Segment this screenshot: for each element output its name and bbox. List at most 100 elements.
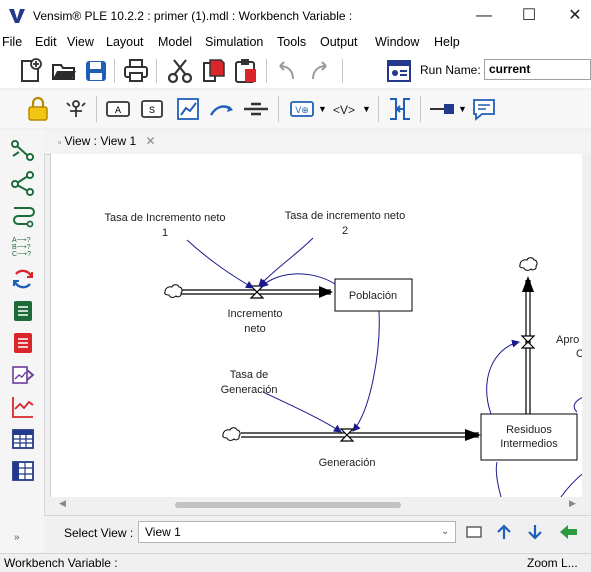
merge-icon[interactable] [386,95,414,123]
svg-text:Tasa de: Tasa de [230,369,269,381]
menu-simulation[interactable]: Simulation [205,35,263,49]
variable-tasa-generacion[interactable]: Tasa de Generación [221,369,278,396]
close-button[interactable]: ✕ [555,4,591,28]
arrow-icon[interactable] [208,95,236,123]
red-doc-icon[interactable] [10,330,36,356]
chevron-down-icon[interactable]: ▼ [318,104,327,114]
stock-poblacion[interactable]: Población [334,278,413,312]
menu-view[interactable]: View [67,35,94,49]
link-offscreen-lower[interactable] [560,466,583,497]
menu-tools[interactable]: Tools [277,35,306,49]
scrollbar-thumb[interactable] [175,502,401,508]
redo-icon[interactable] [306,57,334,85]
run-settings-icon[interactable] [385,57,413,85]
horizontal-scrollbar[interactable]: ◀ ▶ [55,497,582,513]
link-poblacion-generacion[interactable] [352,310,380,432]
variable-icon[interactable]: A [104,95,132,123]
new-view-icon[interactable] [465,523,483,541]
flow-aprovechamiento[interactable] [520,276,536,414]
svg-text:S: S [149,106,155,117]
cut-icon[interactable] [166,57,194,85]
flow-generacion[interactable] [241,428,481,442]
link-tasa2-incremento[interactable] [258,237,314,287]
run-name-input[interactable]: current [484,59,591,80]
flow-label-generacion[interactable]: Generación [319,457,376,469]
arrow-back-icon[interactable] [557,522,579,542]
link-residuos-aprovechamiento[interactable] [486,339,520,415]
uses-tree-icon[interactable] [10,170,36,196]
move-icon[interactable] [62,95,90,123]
main-toolbar: Run Name: current [0,54,591,88]
input-output-icon[interactable]: <V> [330,95,358,123]
link-tasa1-incremento[interactable] [186,239,254,289]
document-icon[interactable]: A⟶?B⟶?C⟶? [10,234,36,260]
menu-window[interactable]: Window [375,35,419,49]
lock-icon[interactable] [24,95,52,123]
link-tasagen-generacion[interactable] [262,391,342,433]
comment-icon[interactable] [470,95,498,123]
select-view-label: Select View : [64,526,134,540]
vensim-logo-icon [9,9,25,23]
delay-icon[interactable] [428,95,456,123]
menu-output[interactable]: Output [320,35,358,49]
flow-incremento-neto[interactable] [179,285,333,299]
analysis-toolbar: A⟶? B⟶? C⟶? » [0,130,45,555]
maximize-button[interactable]: ☐ [509,4,549,28]
expand-chevron-icon[interactable]: » [14,532,20,543]
tab-close-icon[interactable]: ✕ [146,134,156,148]
tab-view-1[interactable]: ▫ View : View 1 ✕ [58,134,156,152]
menu-file[interactable]: File [2,35,22,49]
select-view-value: View 1 [145,525,181,539]
causes-tree-icon[interactable] [10,138,36,164]
menu-model[interactable]: Model [158,35,192,49]
save-icon[interactable] [82,57,110,85]
view-tab-icon: ▫ [58,137,62,147]
line-graph-icon[interactable] [10,394,36,420]
chevron-down-icon[interactable]: ▼ [458,104,467,114]
svg-text:<V>: <V> [333,103,355,117]
open-icon[interactable] [50,57,78,85]
loops-icon[interactable] [10,202,36,228]
chevron-down-icon[interactable]: ⌄ [441,522,449,542]
stock-flow-diagram[interactable]: Población Residuos Intermedios Tasa de I… [51,154,583,497]
link-poblacion-incremento[interactable] [260,273,336,288]
svg-text:C⟶?: C⟶? [12,251,31,258]
minimize-button[interactable]: — [464,4,504,28]
link-offscreen-left[interactable] [495,461,502,497]
diagram-canvas[interactable]: Población Residuos Intermedios Tasa de I… [50,154,583,497]
table-doc-icon[interactable] [10,298,36,324]
vertical-scrollbar[interactable] [582,154,591,497]
graph-icon[interactable] [174,95,202,123]
svg-text:Generación: Generación [319,457,376,469]
svg-text:Residuos: Residuos [506,424,552,436]
stock-residuos-intermedios[interactable]: Residuos Intermedios [480,413,578,461]
variable-tasa-incremento-2[interactable]: Tasa de incremento neto 2 [285,210,405,237]
paste-icon[interactable] [232,57,260,85]
scroll-right-icon[interactable]: ▶ [569,498,576,509]
copy-icon[interactable] [200,57,228,85]
undo-icon[interactable] [272,57,300,85]
menu-layout[interactable]: Layout [106,35,144,49]
arrow-up-icon[interactable] [494,522,514,542]
arrow-down-icon[interactable] [525,522,545,542]
graph-stack-icon[interactable] [10,362,36,388]
table-icon[interactable] [10,426,36,452]
cycle-icon[interactable] [10,266,36,292]
rate-icon[interactable] [242,95,270,123]
table-time-icon[interactable] [10,458,36,484]
variable-tasa-incremento-1[interactable]: Tasa de Incremento neto 1 [104,212,225,239]
box-icon[interactable]: S [138,95,166,123]
print-icon[interactable] [122,57,150,85]
chevron-down-icon[interactable]: ▼ [362,104,371,114]
svg-text:A: A [115,106,121,117]
new-icon[interactable] [16,57,44,85]
menu-edit[interactable]: Edit [35,35,57,49]
menu-help[interactable]: Help [434,35,460,49]
view-tab-label: View : View 1 [64,134,137,148]
svg-text:Población: Población [349,290,397,302]
flow-label-incremento-neto[interactable]: Incremento neto [227,308,282,335]
select-view-dropdown[interactable]: View 1 ⌄ [138,521,456,543]
flow-label-apro[interactable]: Apro C [556,334,583,360]
shadow-icon[interactable]: V⊕ [288,95,316,123]
scroll-left-icon[interactable]: ◀ [59,498,66,509]
